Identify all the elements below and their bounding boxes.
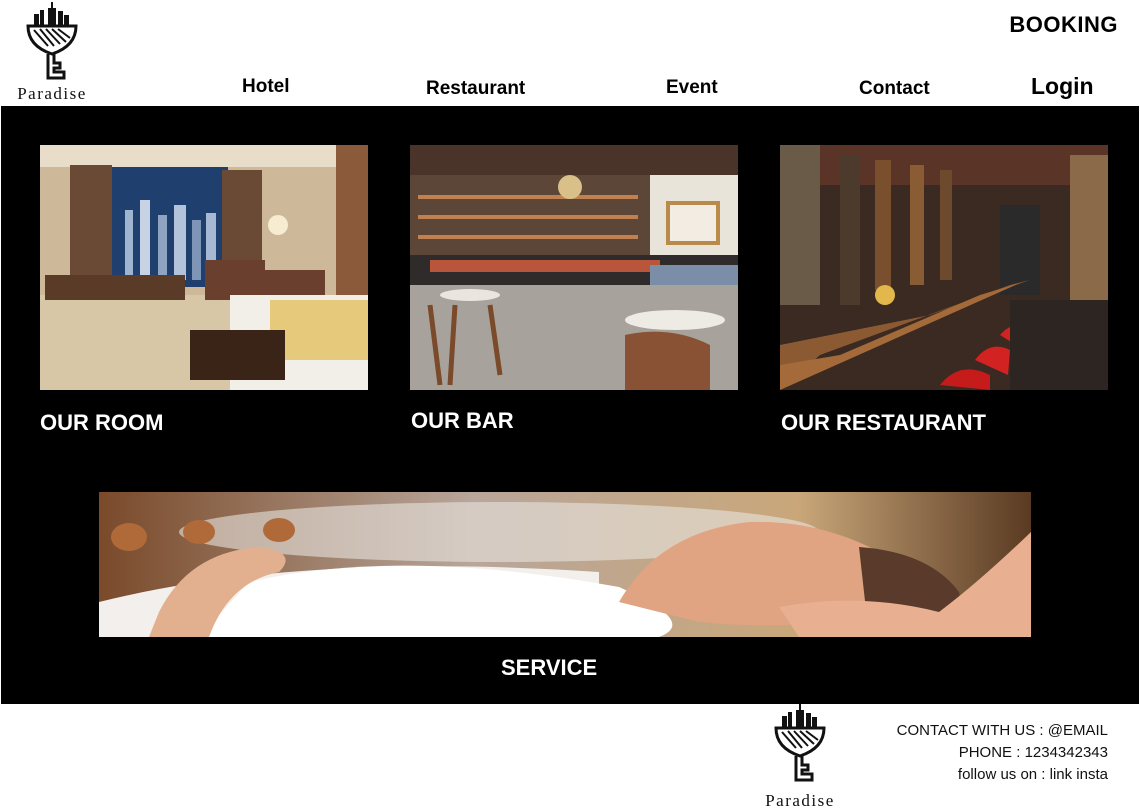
login-link[interactable]: Login bbox=[1031, 73, 1094, 100]
nav-restaurant-link[interactable]: Restaurant bbox=[426, 78, 525, 100]
room-image[interactable] bbox=[40, 145, 368, 390]
contact-email-line[interactable]: CONTACT WITH US : @EMAIL bbox=[897, 720, 1108, 742]
footer-paradise-logo[interactable]: Paradise bbox=[752, 704, 848, 809]
brand-name: Paradise bbox=[17, 84, 87, 103]
bar-image[interactable] bbox=[410, 145, 738, 390]
paradise-logo[interactable]: Paradise bbox=[4, 2, 100, 104]
room-card-label: OUR ROOM bbox=[40, 410, 164, 435]
main-panel: OUR ROOM OUR BAR OUR RESTAURANT SERVICE bbox=[1, 106, 1139, 704]
footer-brand-name: Paradise bbox=[765, 791, 835, 809]
restaurant-image[interactable] bbox=[780, 145, 1108, 390]
booking-button[interactable]: BOOKING bbox=[1009, 12, 1118, 38]
key-skyline-icon bbox=[26, 2, 78, 80]
contact-phone-line[interactable]: PHONE : 1234342343 bbox=[897, 742, 1108, 764]
spa-service-image[interactable] bbox=[99, 492, 1031, 637]
site-header: Paradise Hotel Restaurant Event Contact … bbox=[0, 0, 1140, 106]
nav-event-link[interactable]: Event bbox=[666, 77, 718, 99]
key-skyline-icon bbox=[774, 704, 826, 782]
footer-contact-block: CONTACT WITH US : @EMAIL PHONE : 1234342… bbox=[897, 720, 1108, 786]
nav-contact-link[interactable]: Contact bbox=[859, 78, 930, 100]
restaurant-card-label: OUR RESTAURANT bbox=[781, 410, 986, 435]
nav-hotel-link[interactable]: Hotel bbox=[242, 76, 290, 98]
bar-card-label: OUR BAR bbox=[411, 408, 514, 433]
contact-social-line[interactable]: follow us on : link insta bbox=[897, 764, 1108, 786]
service-label: SERVICE bbox=[501, 655, 598, 680]
